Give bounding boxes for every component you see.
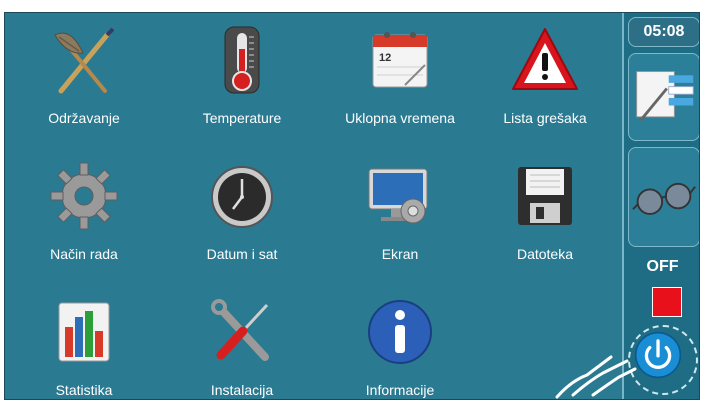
tile-temperature[interactable]: Temperature bbox=[167, 17, 317, 135]
tile-uklopna-vremena[interactable]: 12 Uklopna vremena bbox=[325, 17, 475, 135]
tile-datum-i-sat[interactable]: Datum i sat bbox=[167, 153, 317, 271]
tile-label: Održavanje bbox=[48, 110, 120, 126]
tile-label: Temperature bbox=[202, 110, 282, 126]
tile-label: Način rada bbox=[50, 246, 118, 262]
tile-label: Instalacija bbox=[210, 382, 274, 398]
tile-label: Ekran bbox=[381, 246, 419, 262]
floppy-disk-icon bbox=[518, 167, 572, 225]
sidebar: 05:08 OFF bbox=[622, 13, 699, 399]
thermometer-icon bbox=[224, 26, 260, 94]
tile-label: Uklopna vremena bbox=[345, 110, 455, 126]
tile-statistika[interactable]: Statistika bbox=[9, 289, 159, 399]
tile-label: Lista grešaka bbox=[503, 110, 587, 126]
tile-label: Informacije bbox=[365, 382, 435, 398]
power-button[interactable] bbox=[628, 325, 698, 395]
clock-icon bbox=[211, 166, 273, 228]
glasses-icon bbox=[632, 182, 696, 215]
info-icon bbox=[368, 300, 432, 364]
tile-label: Datoteka bbox=[516, 246, 574, 262]
tile-lista-gresaka[interactable]: Lista grešaka bbox=[470, 17, 620, 135]
clock-display: 05:08 bbox=[628, 17, 699, 47]
gear-icon bbox=[50, 162, 118, 230]
tile-ekran[interactable]: Ekran bbox=[325, 153, 475, 271]
calendar-icon: 12 bbox=[372, 32, 428, 88]
tile-label: Datum i sat bbox=[206, 246, 278, 262]
tile-odrzavanje[interactable]: Održavanje bbox=[9, 17, 159, 135]
tile-datoteka[interactable]: Datoteka bbox=[470, 153, 620, 271]
status-label: OFF bbox=[646, 258, 679, 275]
tile-nacin-rada[interactable]: Način rada bbox=[9, 153, 159, 271]
tile-label: Statistika bbox=[55, 382, 113, 398]
maintenance-tools-icon bbox=[54, 27, 115, 94]
main-screen: Održavanje Temperature 12 Uklopna vremen… bbox=[4, 12, 700, 400]
wrench-screwdriver-icon bbox=[211, 299, 269, 361]
power-icon bbox=[634, 331, 682, 379]
bar-chart-icon bbox=[58, 302, 110, 362]
stop-indicator[interactable] bbox=[652, 287, 682, 317]
tile-informacije[interactable]: Informacije bbox=[325, 289, 475, 399]
edit-list-button[interactable] bbox=[628, 53, 699, 141]
warning-triangle-icon bbox=[512, 28, 578, 90]
touch-hand-icon bbox=[555, 355, 637, 399]
glasses-button[interactable] bbox=[628, 147, 699, 247]
tile-instalacija[interactable]: Instalacija bbox=[167, 289, 317, 399]
display-settings-icon bbox=[368, 168, 428, 224]
edit-list-icon bbox=[636, 71, 694, 122]
svg-text:12: 12 bbox=[379, 52, 391, 64]
